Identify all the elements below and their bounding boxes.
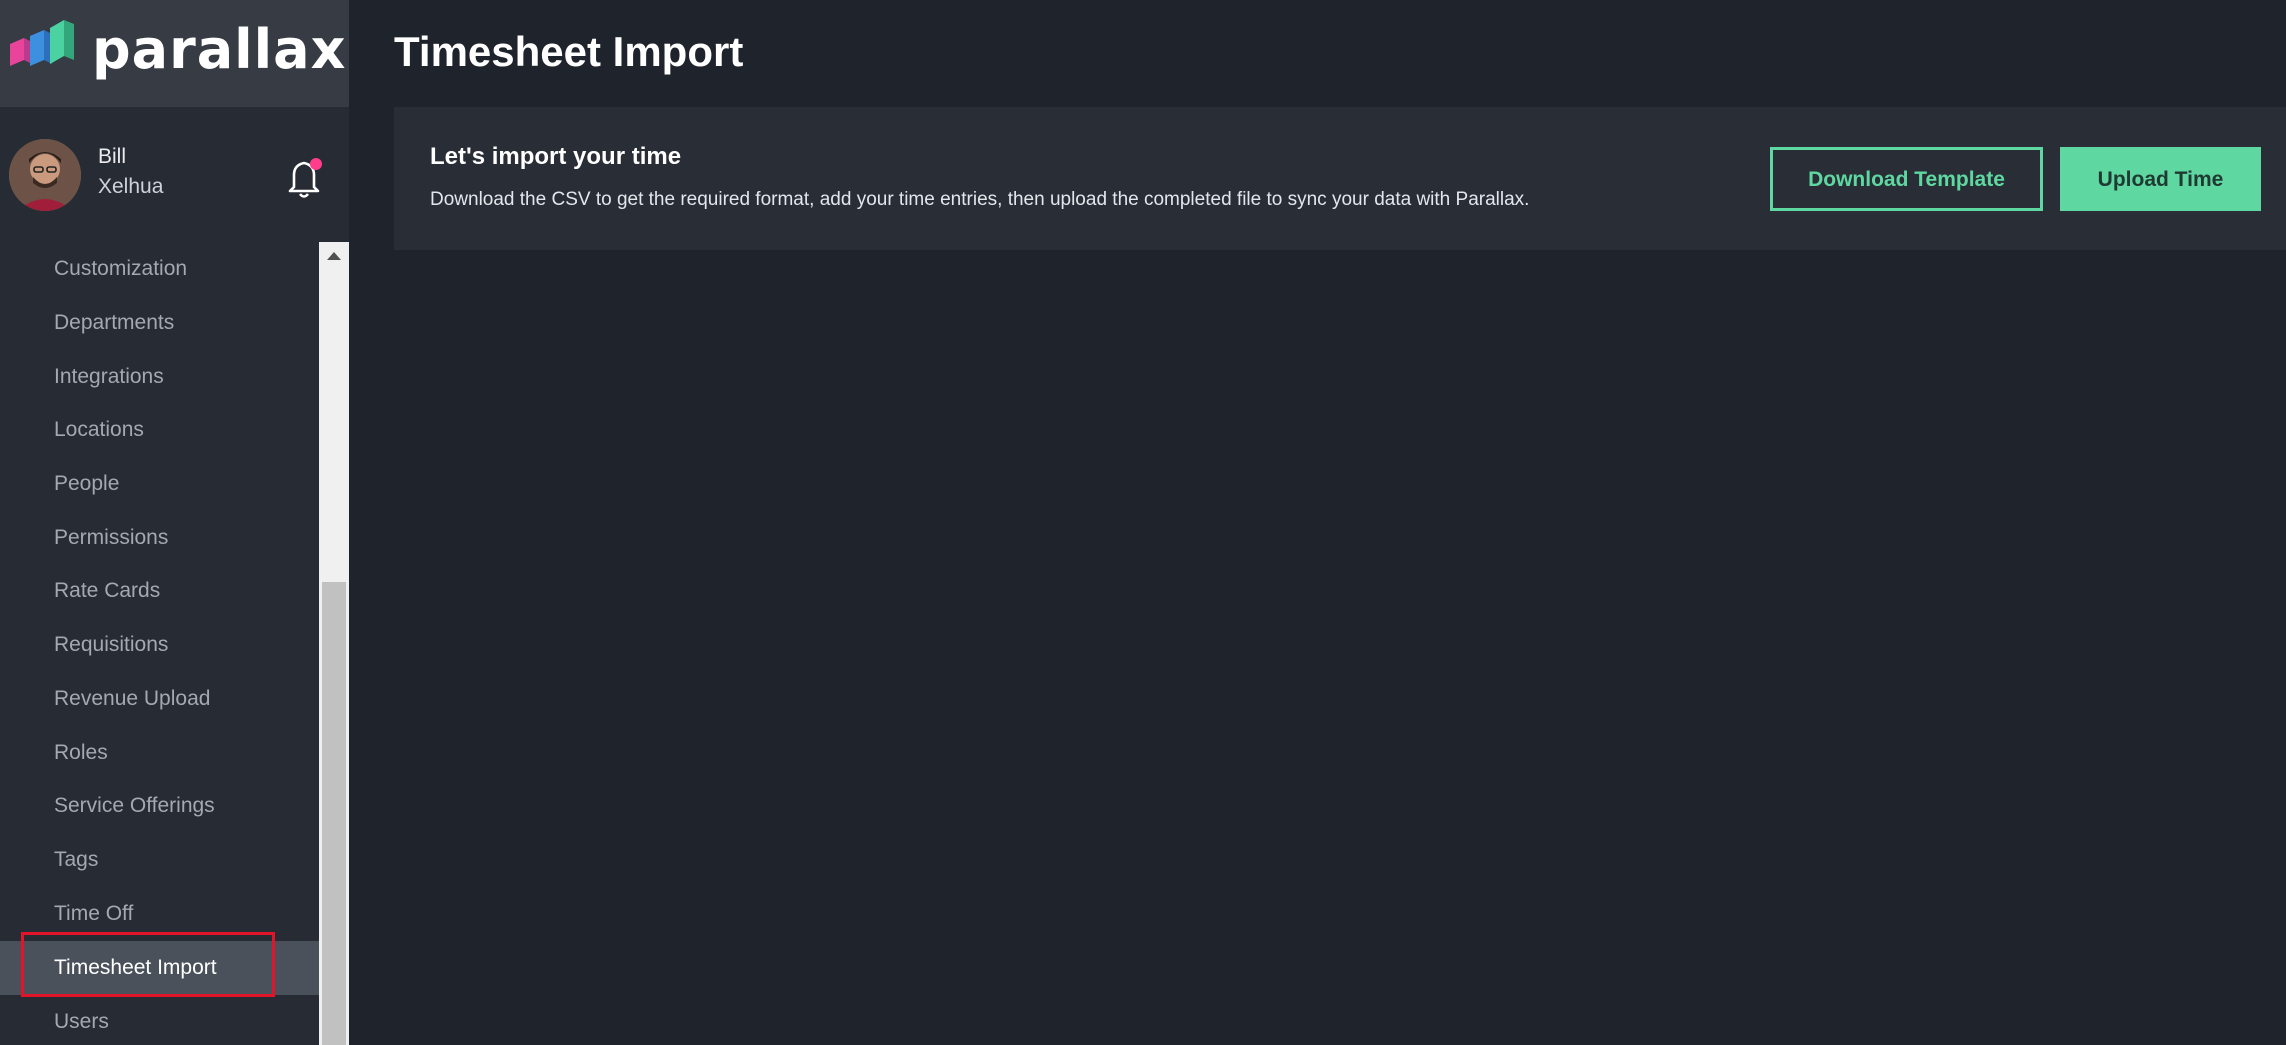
sidebar-scrollbar[interactable] (319, 242, 349, 1045)
notification-dot (310, 158, 322, 170)
card-title: Let's import your time (430, 143, 682, 170)
scroll-up-arrow-icon[interactable] (319, 242, 349, 272)
sidebar-item-customization[interactable]: Customization (0, 242, 319, 296)
sidebar-nav: Customization Departments Integrations L… (0, 242, 319, 1045)
app-root: parallax Bill Xelhua Customization Depar… (0, 0, 2286, 1045)
upload-time-button[interactable]: Upload Time (2060, 147, 2261, 211)
sidebar-item-time-off[interactable]: Time Off (0, 887, 319, 941)
avatar[interactable] (9, 139, 81, 211)
import-card: Let's import your time Download the CSV … (394, 107, 2286, 250)
sidebar: parallax Bill Xelhua Customization Depar… (0, 0, 349, 1045)
sidebar-item-people[interactable]: People (0, 457, 319, 511)
parallax-logo-icon (10, 20, 74, 66)
sidebar-item-revenue-upload[interactable]: Revenue Upload (0, 672, 319, 726)
sidebar-item-tags[interactable]: Tags (0, 833, 319, 887)
brand-header: parallax (0, 0, 349, 107)
user-panel: Bill Xelhua (0, 107, 349, 242)
bell-icon[interactable] (286, 157, 324, 199)
sidebar-item-permissions[interactable]: Permissions (0, 511, 319, 565)
brand-name: parallax (92, 18, 347, 81)
sidebar-item-timesheet-import[interactable]: Timesheet Import (0, 941, 319, 995)
download-template-button[interactable]: Download Template (1770, 147, 2043, 211)
card-description: Download the CSV to get the required for… (430, 189, 1530, 210)
page-title: Timesheet Import (394, 28, 744, 75)
sidebar-item-roles[interactable]: Roles (0, 726, 319, 780)
user-first-name: Bill (98, 145, 127, 168)
avatar-image (9, 139, 81, 211)
sidebar-item-service-offerings[interactable]: Service Offerings (0, 779, 319, 833)
user-last-name: Xelhua (98, 175, 164, 198)
sidebar-item-locations[interactable]: Locations (0, 403, 319, 457)
sidebar-item-requisitions[interactable]: Requisitions (0, 618, 319, 672)
sidebar-item-integrations[interactable]: Integrations (0, 350, 319, 404)
scrollbar-thumb[interactable] (322, 582, 346, 1045)
sidebar-item-rate-cards[interactable]: Rate Cards (0, 564, 319, 618)
sidebar-item-departments[interactable]: Departments (0, 296, 319, 350)
sidebar-item-users[interactable]: Users (0, 995, 319, 1045)
